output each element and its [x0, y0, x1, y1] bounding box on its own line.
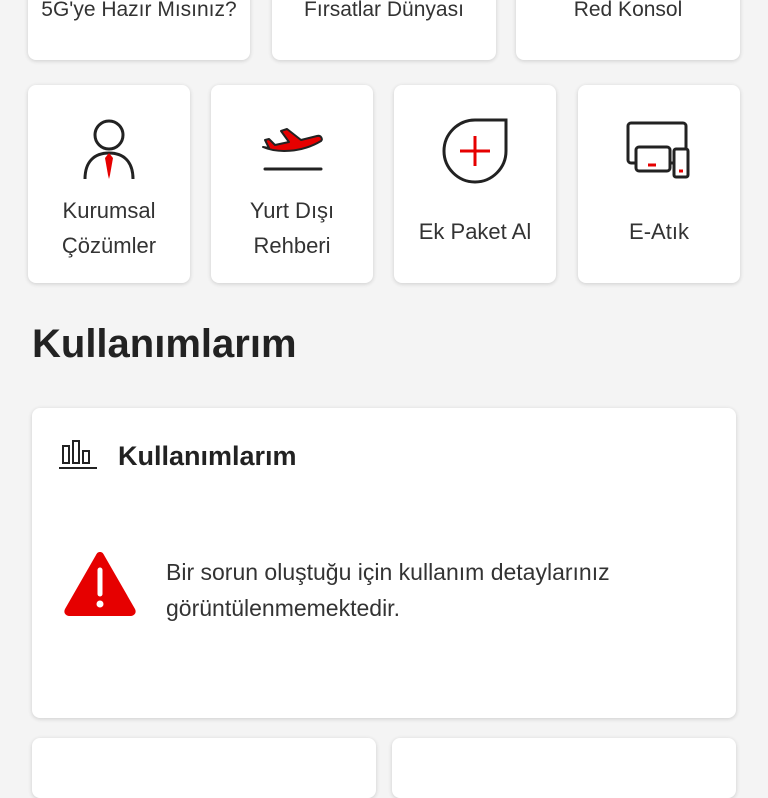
promo-card-firsatlar[interactable]: Fırsatlar Dünyası: [272, 0, 496, 60]
promo-card-5g[interactable]: 5G'ye Hazır Mısınız?: [28, 0, 250, 60]
section-title: Kullanımlarım: [32, 322, 297, 366]
e-waste-devices-icon: [623, 115, 695, 187]
promo-card-label: Fırsatlar Dünyası: [304, 0, 464, 21]
bar-chart-icon: [58, 438, 98, 475]
promo-card-label: 5G'ye Hazır Mısınız?: [41, 0, 237, 21]
airplane-icon: [256, 115, 328, 187]
warning-icon: [62, 548, 138, 623]
add-package-icon: [439, 115, 511, 187]
tile-yurt-disi-rehberi[interactable]: Yurt Dışı Rehberi: [211, 85, 373, 283]
tile-label: E-Atık: [629, 219, 689, 244]
business-person-icon: [73, 115, 145, 187]
usage-card: Kullanımlarım Bir sorun oluştuğu için ku…: [32, 408, 736, 718]
usage-card-header: Kullanımlarım: [58, 438, 297, 475]
bottom-card-right[interactable]: [392, 738, 736, 798]
bottom-card-left[interactable]: [32, 738, 376, 798]
tile-label: Ek Paket Al: [418, 219, 532, 244]
tile-kurumsal-cozumler[interactable]: Kurumsal Çözümler: [28, 85, 190, 283]
promo-card-label: Red Konsol: [573, 0, 683, 21]
error-message-row: Bir sorun oluştuğu için kullanım detayla…: [62, 548, 666, 626]
tile-label: Yurt Dışı Rehberi: [249, 198, 335, 258]
promo-card-red-konsol[interactable]: Red Konsol: [516, 0, 740, 60]
usage-card-title: Kullanımlarım: [118, 441, 297, 471]
error-message: Bir sorun oluştuğu için kullanım detayla…: [166, 559, 610, 621]
tile-ek-paket-al[interactable]: Ek Paket Al: [394, 85, 556, 283]
tile-e-atik[interactable]: E-Atık: [578, 85, 740, 283]
tile-label: Kurumsal Çözümler: [61, 198, 157, 258]
